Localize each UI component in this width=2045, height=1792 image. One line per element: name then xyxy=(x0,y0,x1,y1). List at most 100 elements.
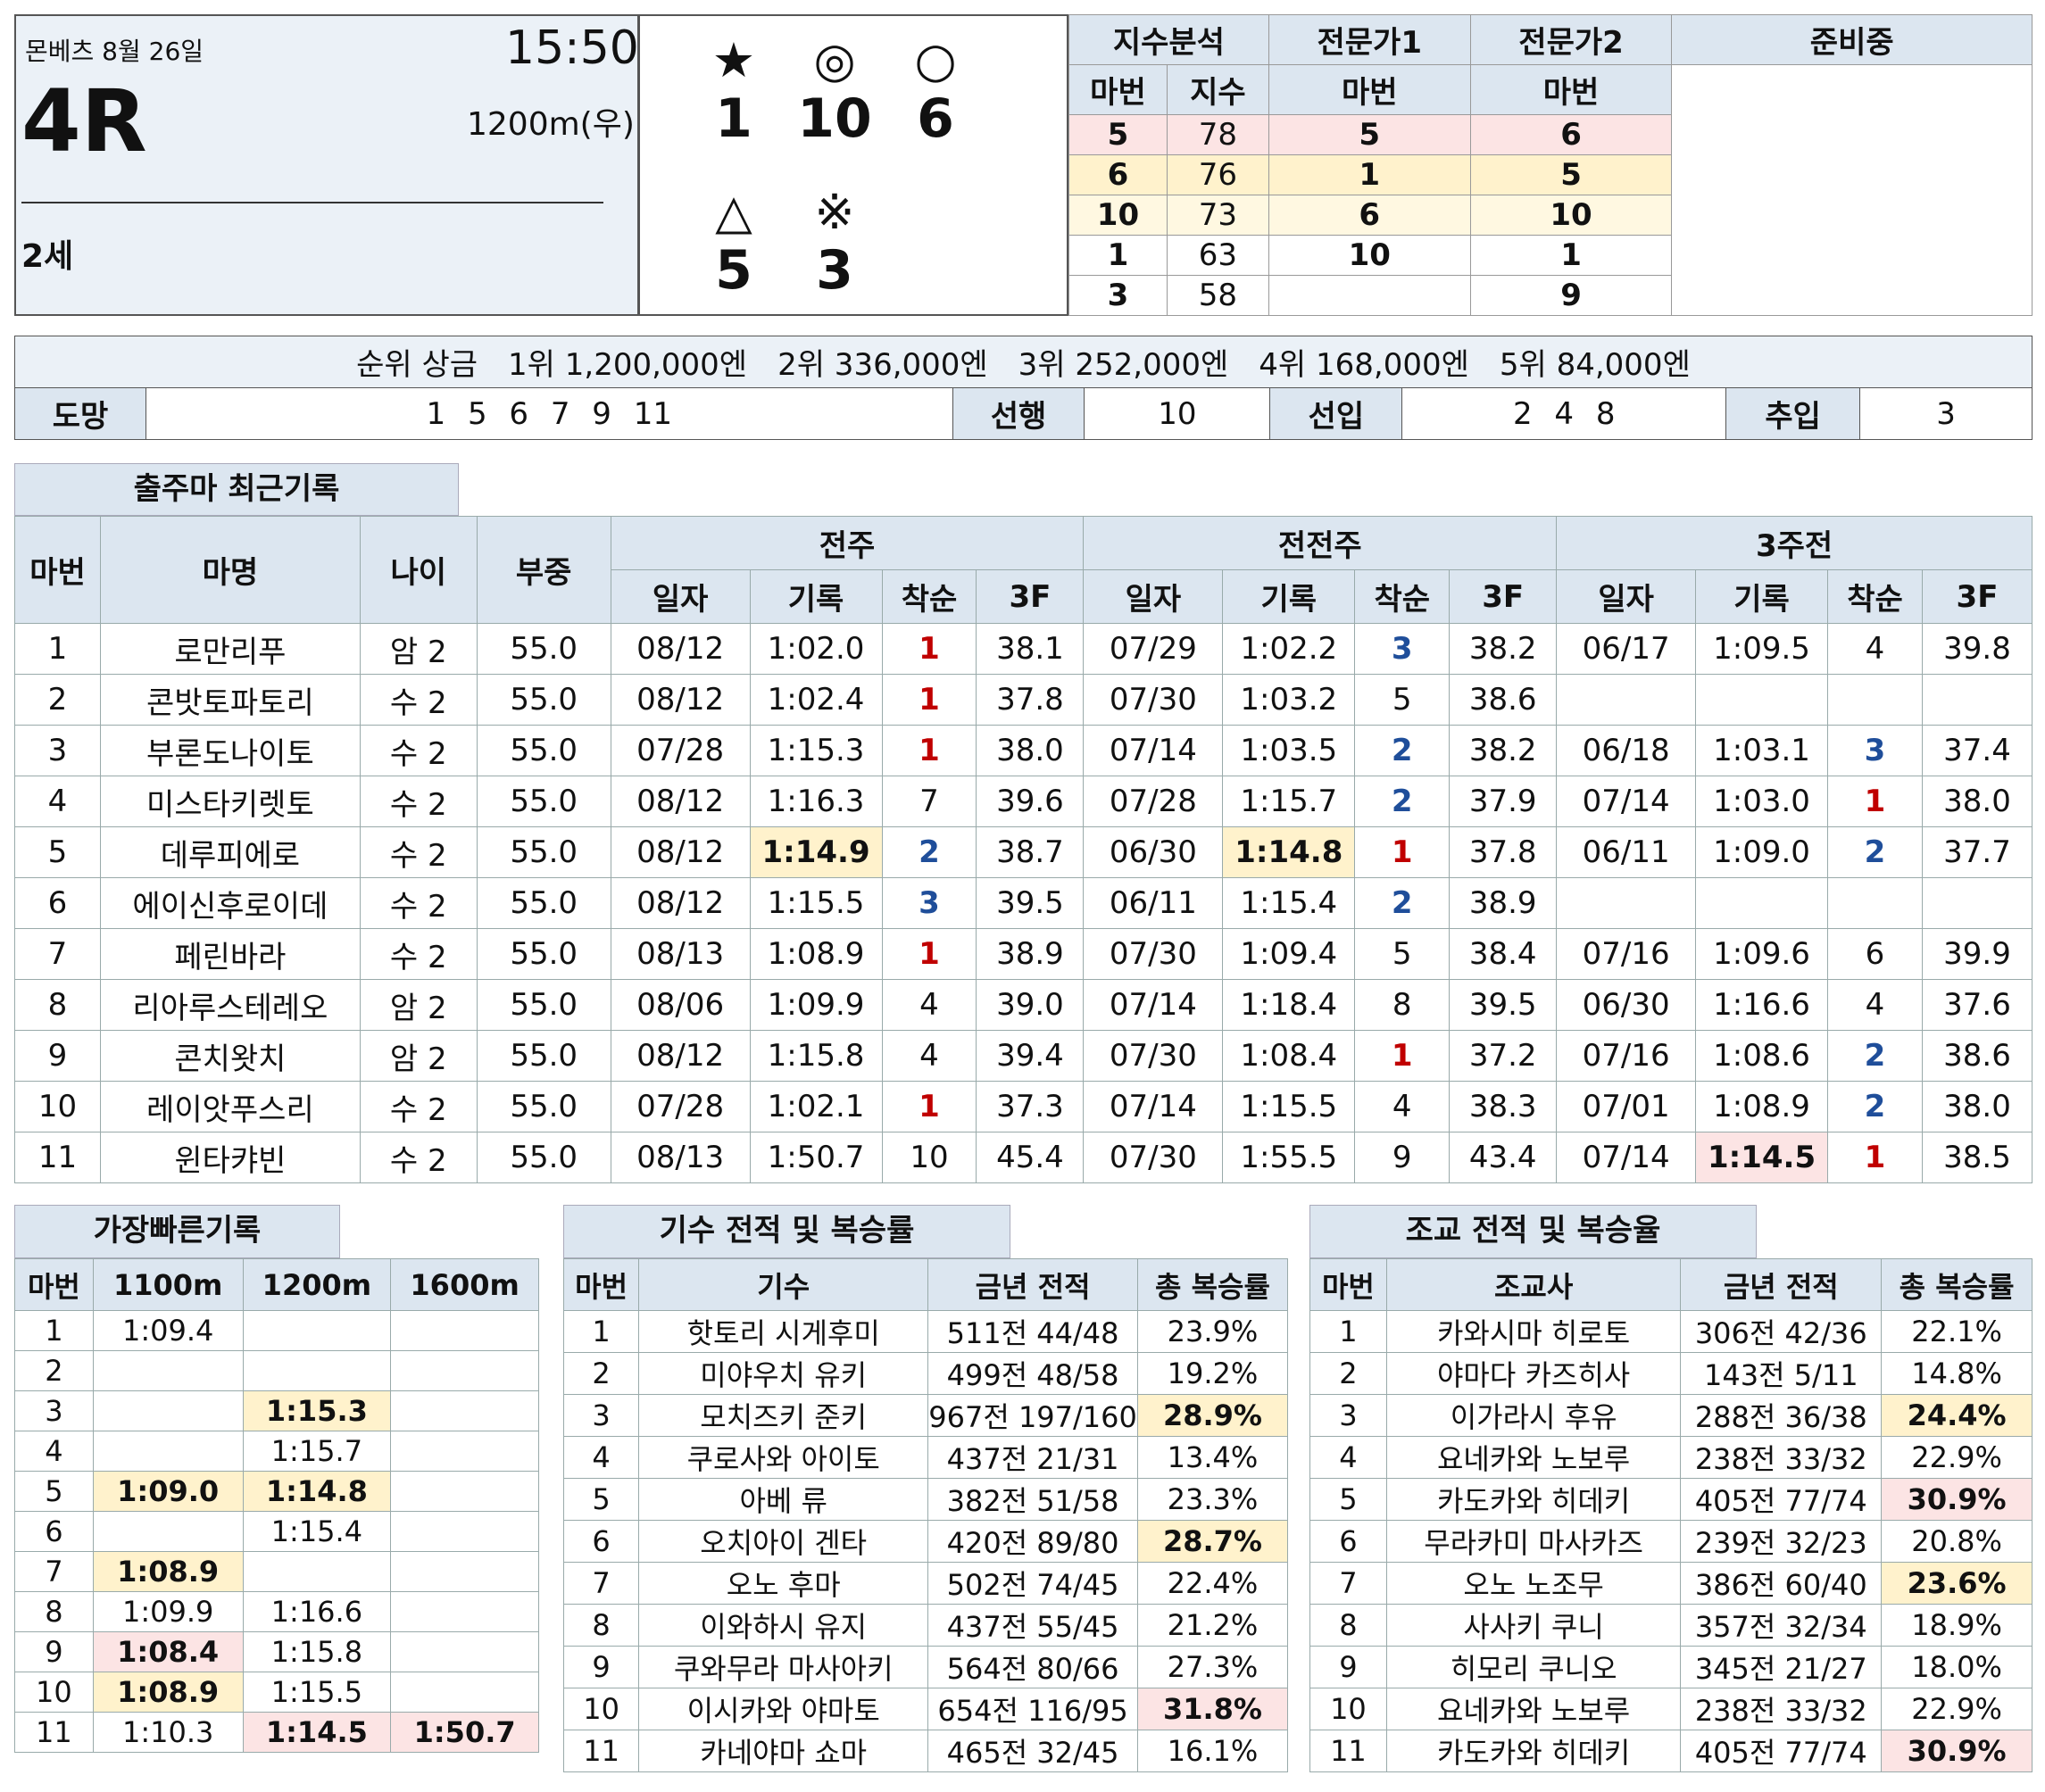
table-cell: 1:08.6 xyxy=(1695,1030,1829,1082)
table-cell: 모치즈키 준키 xyxy=(638,1394,929,1437)
table-cell: 465전 32/45 xyxy=(927,1730,1138,1772)
table-cell: 357전 32/34 xyxy=(1680,1604,1883,1647)
table-cell: 3 xyxy=(1309,1394,1387,1437)
table-cell xyxy=(1556,674,1697,726)
header-1100m: 1100m xyxy=(92,1258,244,1311)
table-cell: 9 xyxy=(14,1030,101,1082)
table-cell: 37.8 xyxy=(976,674,1085,726)
table-cell: 08/12 xyxy=(610,776,751,827)
table-cell: 1 xyxy=(562,1310,640,1353)
table-cell: 수 2 xyxy=(359,674,478,726)
table-cell: 핫토리 시게후미 xyxy=(638,1310,929,1353)
table-cell: 1 xyxy=(1354,826,1451,878)
section-title-trainer: 조교 전적 및 복승율 xyxy=(1309,1205,1757,1258)
table-cell: 37.2 xyxy=(1449,1030,1558,1082)
table-cell: 1 xyxy=(881,623,977,675)
table-cell: 08/13 xyxy=(610,928,751,980)
table-cell: 38.5 xyxy=(1921,1132,2033,1183)
prediction-panel: ★ 1 ◎ 10 ○ 6 △ 5 ※ 3 xyxy=(639,14,1068,316)
section-title-jockey: 기수 전적 및 복승률 xyxy=(563,1205,1010,1258)
table-cell: 5 xyxy=(562,1478,640,1521)
table-cell: 38.6 xyxy=(1921,1030,2033,1082)
table-cell: 1:08.4 xyxy=(1222,1030,1356,1082)
table-cell: 페린바라 xyxy=(99,928,361,980)
race-time: 15:50 xyxy=(505,21,639,75)
recent-record-row: 10 레이앗푸스리 수 2 55.0 07/28 1:02.1 1 37.3 07/14 1:15… xyxy=(14,1081,2033,1132)
pace-lead-value: 10 xyxy=(1084,387,1271,440)
cell: 6 xyxy=(1268,195,1471,236)
table-cell: 306전 42/36 xyxy=(1680,1310,1883,1353)
table-cell xyxy=(1695,674,1829,726)
subheader-3f: 3F xyxy=(976,569,1085,624)
table-cell: 1:15.4 xyxy=(1222,877,1356,929)
table-cell: 18.9% xyxy=(1881,1604,2033,1647)
table-cell: 1:09.9 xyxy=(92,1591,244,1632)
pace-lead-label: 선행 xyxy=(952,387,1085,440)
recent-record-row: 6 에이신후로이데 수 2 55.0 08/12 1:15.5 3 39.5 06/11 1:15… xyxy=(14,877,2033,929)
table-cell: 2 xyxy=(1354,877,1451,929)
table-cell: 에이신후로이데 xyxy=(99,877,361,929)
double-circle-icon: ◎ xyxy=(813,32,856,88)
table-cell: 564전 80/66 xyxy=(927,1646,1138,1688)
table-cell: 수 2 xyxy=(359,776,478,827)
table-cell: 39.5 xyxy=(976,877,1085,929)
table-cell: 38.2 xyxy=(1449,623,1558,675)
header-jockey: 기수 xyxy=(638,1258,929,1311)
table-cell: 07/14 xyxy=(1083,979,1224,1031)
index-analysis-table: 지수분석 전문가1 전문가2 준비중 마번 지수 마번 마번 5 78 5 6 … xyxy=(1068,14,2033,316)
table-cell xyxy=(1827,877,1923,929)
recent-record-row: 4 미스타키렛토 수 2 55.0 08/12 1:16.3 7 39.6 07/28 1:15.… xyxy=(14,776,2033,827)
table-cell xyxy=(1921,877,2033,929)
table-cell: 1 xyxy=(1827,1132,1923,1183)
header-1200m: 1200m xyxy=(242,1258,392,1311)
table-cell: 1:15.3 xyxy=(749,725,883,776)
header-last-week: 전주 xyxy=(610,516,1085,570)
fastest-record-row: 7 1:08.9 xyxy=(14,1551,539,1592)
table-cell xyxy=(1695,877,1829,929)
table-cell: 08/13 xyxy=(610,1132,751,1183)
table-cell: 2 xyxy=(1309,1352,1387,1395)
table-cell: 3 xyxy=(14,725,101,776)
table-cell: 1:15.7 xyxy=(1222,776,1356,827)
table-cell: 1:15.7 xyxy=(242,1431,392,1472)
header-weight: 부중 xyxy=(476,516,611,624)
subheader-rank: 착순 xyxy=(1827,569,1923,624)
table-cell: 2 xyxy=(1354,725,1451,776)
table-cell: 1:10.3 xyxy=(92,1712,244,1753)
table-cell: 437전 21/31 xyxy=(927,1436,1138,1479)
table-cell: 수 2 xyxy=(359,725,478,776)
table-cell: 1:02.0 xyxy=(749,623,883,675)
table-cell xyxy=(390,1511,539,1552)
recent-record-row: 3 부론도나이토 수 2 55.0 07/28 1:15.3 1 38.0 07/14 1:03.… xyxy=(14,725,2033,776)
table-cell xyxy=(92,1350,244,1391)
table-cell: 9 xyxy=(1354,1132,1451,1183)
fastest-record-row: 4 1:15.7 xyxy=(14,1431,539,1472)
table-cell: 22.4% xyxy=(1136,1562,1289,1605)
pick-triangle: △ 5 xyxy=(685,184,783,303)
header-horse-name: 마명 xyxy=(99,516,361,624)
table-cell: 06/30 xyxy=(1083,826,1224,878)
table-cell: 1:18.4 xyxy=(1222,979,1356,1031)
table-cell: 21.2% xyxy=(1136,1604,1289,1647)
recent-record-row: 11 윈타캬빈 수 2 55.0 08/13 1:50.7 10 45.4 07/30 1:55.… xyxy=(14,1132,2033,1183)
table-cell: 부론도나이토 xyxy=(99,725,361,776)
table-cell: 콘치왓치 xyxy=(99,1030,361,1082)
pick-triangle-number: 5 xyxy=(715,239,752,302)
table-cell: 오치아이 겐타 xyxy=(638,1520,929,1563)
trainer-row: 4 요네카와 노보루 238전 33/32 22.9% xyxy=(1309,1436,2033,1479)
header-horse-no: 마번 xyxy=(14,1258,94,1311)
table-cell: 288전 36/38 xyxy=(1680,1394,1883,1437)
table-cell: 1:08.9 xyxy=(749,928,883,980)
subheader-3f: 3F xyxy=(1921,569,2033,624)
cell: 78 xyxy=(1166,114,1269,155)
triangle-icon: △ xyxy=(715,184,752,240)
trainer-row: 9 히모리 쿠니오 345전 21/27 18.0% xyxy=(1309,1646,2033,1688)
table-cell: 11 xyxy=(562,1730,640,1772)
header-1600m: 1600m xyxy=(390,1258,539,1311)
table-cell: 238전 33/32 xyxy=(1680,1688,1883,1730)
table-cell: 386전 60/40 xyxy=(1680,1562,1883,1605)
table-cell: 1:15.8 xyxy=(749,1030,883,1082)
table-cell: 2 xyxy=(1827,1030,1923,1082)
header-expert1: 전문가1 xyxy=(1268,14,1471,65)
table-cell: 239전 32/23 xyxy=(1680,1520,1883,1563)
